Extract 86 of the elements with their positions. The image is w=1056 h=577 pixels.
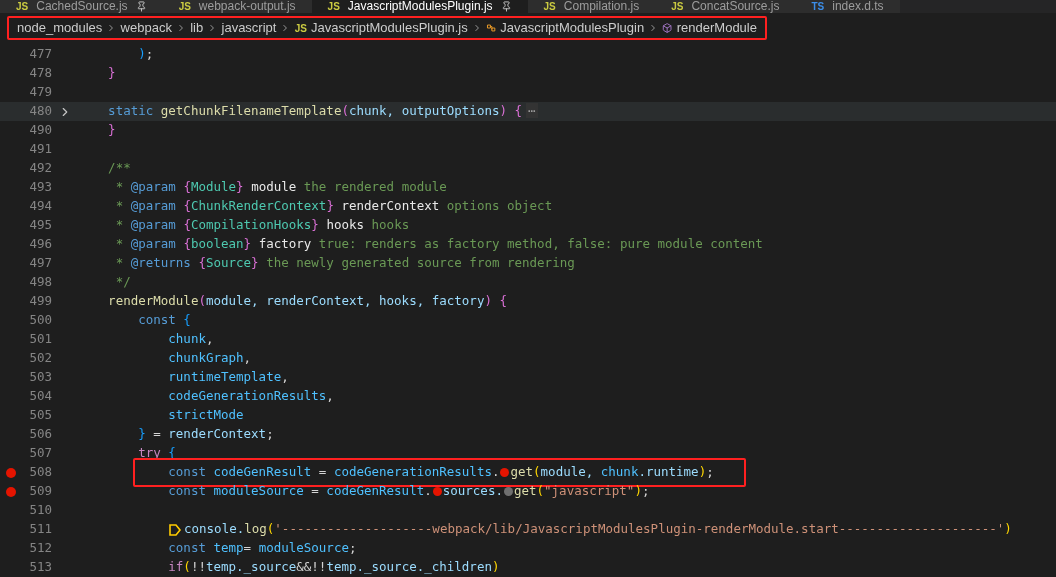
line-number: 496 [28,235,52,254]
code-text: chunk, [167,330,214,349]
code-text: get("javascript"); [513,482,650,501]
file-type-icon: JS [294,20,307,36]
editor-tab[interactable]: TS index.d.ts [795,0,900,13]
code-text: ); [137,45,154,64]
code-text: * @param {CompilationHooks} hooks hooks [114,216,410,235]
pin-icon[interactable] [135,1,147,12]
tab-label: CachedSource.js [36,0,128,12]
line-number: 493 [28,178,52,197]
breadcrumb-item[interactable]: node_modules [17,18,103,38]
code-text: * @param {Module} module the rendered module [114,178,447,197]
editor-tab[interactable]: JS ConcatSource.js [655,0,796,13]
code-text: chunkGraph, [167,349,252,368]
editor-tab[interactable]: JS JavascriptModulesPlugin.js [311,0,528,13]
class-icon [486,21,497,35]
tab-label: index.d.ts [832,0,884,12]
breadcrumb-item[interactable]: renderModule [676,18,757,38]
code-text: get(module, chunk.runtime); [510,463,714,482]
code-text: /** [107,159,131,178]
breadcrumb-item[interactable]: lib [190,18,204,38]
line-number: 492 [28,159,52,178]
code-text: sources. [442,482,503,501]
tab-label: webpack-output.js [198,0,296,12]
line-number: 490 [28,121,52,140]
line-number: 478 [28,64,52,83]
pin-icon[interactable] [500,1,512,12]
line-number: 500 [28,311,52,330]
line-number: 512 [28,539,52,558]
line-number: 498 [28,273,52,292]
file-type-icon: TS [811,2,825,12]
line-number: 505 [28,406,52,425]
code-text: strictMode [167,406,244,425]
editor-tab[interactable]: JS webpack-output.js [162,0,312,13]
line-number: 499 [28,292,52,311]
file-type-icon: JS [178,2,191,12]
line-number: 508 [28,463,52,482]
line-number: 511 [28,520,52,539]
code-text: } [107,64,116,83]
code-text: const { [137,311,191,330]
code-text: * @returns {Source} the newly generated source from rendering [114,254,575,273]
code-text: console.log('--------------------webpack/lib/JavascriptModulesPlugin-renderModule.start---------------------') [184,520,1012,539]
tab-label: Compilation.js [563,0,640,12]
breadcrumb-item[interactable]: JavascriptModulesPlugin.js [310,18,468,38]
breadcrumb-item[interactable]: JavascriptModulesPlugin [500,18,645,38]
line-number: 507 [28,444,52,463]
code-text: * @param {boolean} factory true: renders as factory method, false: pure module content [114,235,763,254]
code-text: * @param {ChunkRenderContext} renderContext options object [114,197,553,216]
breadcrumb-item[interactable]: webpack [120,18,172,38]
editor-tab[interactable]: JS Compilation.js [527,0,656,13]
line-number: 509 [28,482,52,501]
code-text: static getChunkFilenameTemplate(chunk, outputOptions) { ⋯ [107,102,538,121]
line-number: 501 [28,330,52,349]
line-number: 480 [28,102,52,121]
tab-label: ConcatSource.js [691,0,780,12]
line-number: 494 [28,197,52,216]
line-number: 502 [28,349,52,368]
line-number: 510 [28,501,52,520]
line-number: 477 [28,45,52,64]
file-type-icon: JS [671,2,684,12]
line-number: 513 [28,558,52,577]
logpoint-icon[interactable] [168,522,182,537]
breadcrumb-item[interactable]: javascript [221,18,277,38]
line-number: 503 [28,368,52,387]
editor-tab[interactable]: JS CachedSource.js [0,0,163,13]
tab-label: JavascriptModulesPlugin.js [347,0,493,12]
code-text: } = renderContext; [137,425,274,444]
line-number: 479 [28,83,52,102]
file-type-icon: JS [16,2,29,12]
file-type-icon: JS [543,2,556,12]
code-text: if(!!temp._source&&!!temp._source._children) [167,558,500,577]
code-text: const temp= moduleSource; [167,539,357,558]
file-type-icon: JS [327,2,340,12]
code-text: */ [114,273,131,292]
line-number: 491 [28,140,52,159]
code-text: renderModule(module, renderContext, hooks, factory) { [107,292,507,311]
code-text: const codeGenResult = codeGenerationResults. [167,463,500,482]
line-number: 495 [28,216,52,235]
line-number: 506 [28,425,52,444]
line-number: 504 [28,387,52,406]
code-text: runtimeTemplate, [167,368,289,387]
code-text: codeGenerationResults, [167,387,334,406]
code-text: const moduleSource = codeGenResult. [167,482,432,501]
code-text: } [107,121,116,140]
line-number: 497 [28,254,52,273]
cube-icon [662,21,673,35]
